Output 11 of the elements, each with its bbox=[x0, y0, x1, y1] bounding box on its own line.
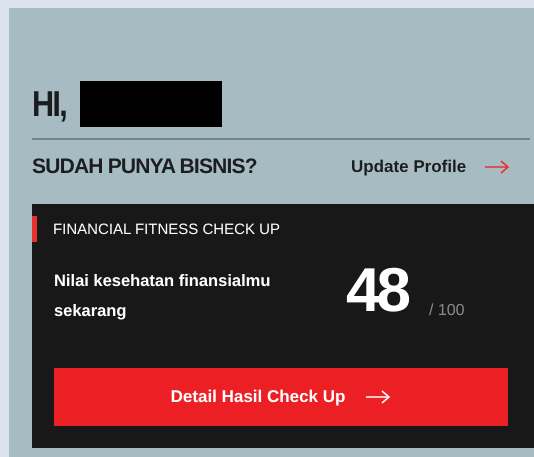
score-max: / 100 bbox=[428, 302, 465, 320]
arrow-right-icon bbox=[365, 390, 392, 404]
update-profile-link[interactable]: Update Profile bbox=[351, 157, 466, 177]
detail-button[interactable]: Detail Hasil Check Up bbox=[54, 368, 508, 426]
score-value: 48 bbox=[346, 255, 408, 327]
score-description: Nilai kesehatan finansialmu sekarang bbox=[54, 271, 272, 322]
greeting-heading: HI, bbox=[32, 83, 68, 125]
arrow-right-icon bbox=[484, 160, 510, 174]
card-title: FINANCIAL FITNESS CHECK UP bbox=[53, 220, 280, 238]
accent-bar bbox=[32, 216, 37, 242]
business-question: SUDAH PUNYA BISNIS? bbox=[32, 155, 258, 179]
